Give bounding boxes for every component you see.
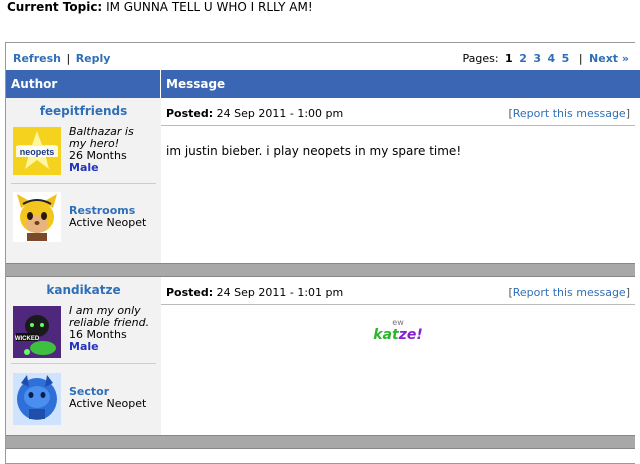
author-username[interactable]: feepitfriends [40,104,128,118]
post-message-panel: Posted: 24 Sep 2011 - 1:00 pm [Report th… [161,98,635,263]
post-author-panel: kandikatze WICKED I am my only reliable … [6,277,162,435]
message-body: im justin bieber. i play neopets in my s… [166,144,462,158]
page-link-2[interactable]: 2 [519,52,527,65]
signature-text: katze! [373,327,423,343]
current-topic: Current Topic: IM GUNNA TELL U WHO I RLL… [7,0,313,14]
nav-separator: | [66,52,71,65]
topic-label: Current Topic: [7,0,103,14]
user-quote: I am my only reliable friend. [69,304,150,329]
user-block: neopets Balthazar is my hero! 26 Months … [6,126,161,186]
message-board: Refresh | Reply Pages: 1 2 3 4 5 | Next … [5,42,640,464]
report-message-link[interactable]: Report this message [513,107,626,120]
author-divider [11,363,156,364]
avatar-badge-text: WICKED [15,336,40,342]
report-message: [Report this message] [508,107,630,120]
post-author-panel: feepitfriends neopets Balthazar is my he… [6,98,162,263]
author-username[interactable]: kandikatze [46,283,120,297]
current-page: 1 [505,52,513,65]
pet-status: Active Neopet [69,216,147,229]
author-column-header: Author [6,70,164,98]
refresh-link[interactable]: Refresh [13,52,61,65]
posted-time: 24 Sep 2011 - 1:00 pm [216,107,344,120]
user-gender: Male [69,340,99,353]
post-separator [6,435,635,449]
post-separator [6,263,635,277]
user-block: WICKED I am my only reliable friend. 16 … [6,305,161,363]
user-avatar[interactable]: WICKED [13,306,61,358]
topic-title: IM GUNNA TELL U WHO I RLLY AM! [106,0,313,14]
pagination: Pages: 1 2 3 4 5 | Next » [462,52,629,65]
page-link-5[interactable]: 5 [562,52,570,65]
pet-status: Active Neopet [69,397,147,410]
page-link-4[interactable]: 4 [548,52,556,65]
posted-time: 24 Sep 2011 - 1:01 pm [216,286,344,299]
signature: ew katze! [161,318,635,343]
posted-label: Posted: [166,286,214,299]
posted-label: Posted: [166,107,214,120]
report-message: [Report this message] [508,286,630,299]
active-pet: Sector Active Neopet [6,373,161,429]
avatar-logo-text: neopets [20,147,55,157]
signature-small-text: ew [392,318,404,327]
message-column-header: Message [160,70,640,98]
reply-link[interactable]: Reply [76,52,111,65]
active-pet: Restrooms Active Neopet [6,192,161,248]
post-message-panel: Posted: 24 Sep 2011 - 1:01 pm [Report th… [161,277,635,435]
next-separator: | [578,52,583,65]
user-gender: Male [69,161,99,174]
next-page-link[interactable]: Next » [589,52,629,65]
user-quote: Balthazar is my hero! [69,125,134,150]
pet-avatar[interactable] [13,192,61,242]
user-avatar[interactable]: neopets [13,127,61,175]
pet-avatar[interactable] [13,373,61,425]
author-divider [11,183,156,184]
page-link-3[interactable]: 3 [533,52,541,65]
board-navbar: Refresh | Reply Pages: 1 2 3 4 5 | Next … [6,43,635,69]
report-message-link[interactable]: Report this message [513,286,626,299]
pages-label: Pages: [462,52,499,65]
